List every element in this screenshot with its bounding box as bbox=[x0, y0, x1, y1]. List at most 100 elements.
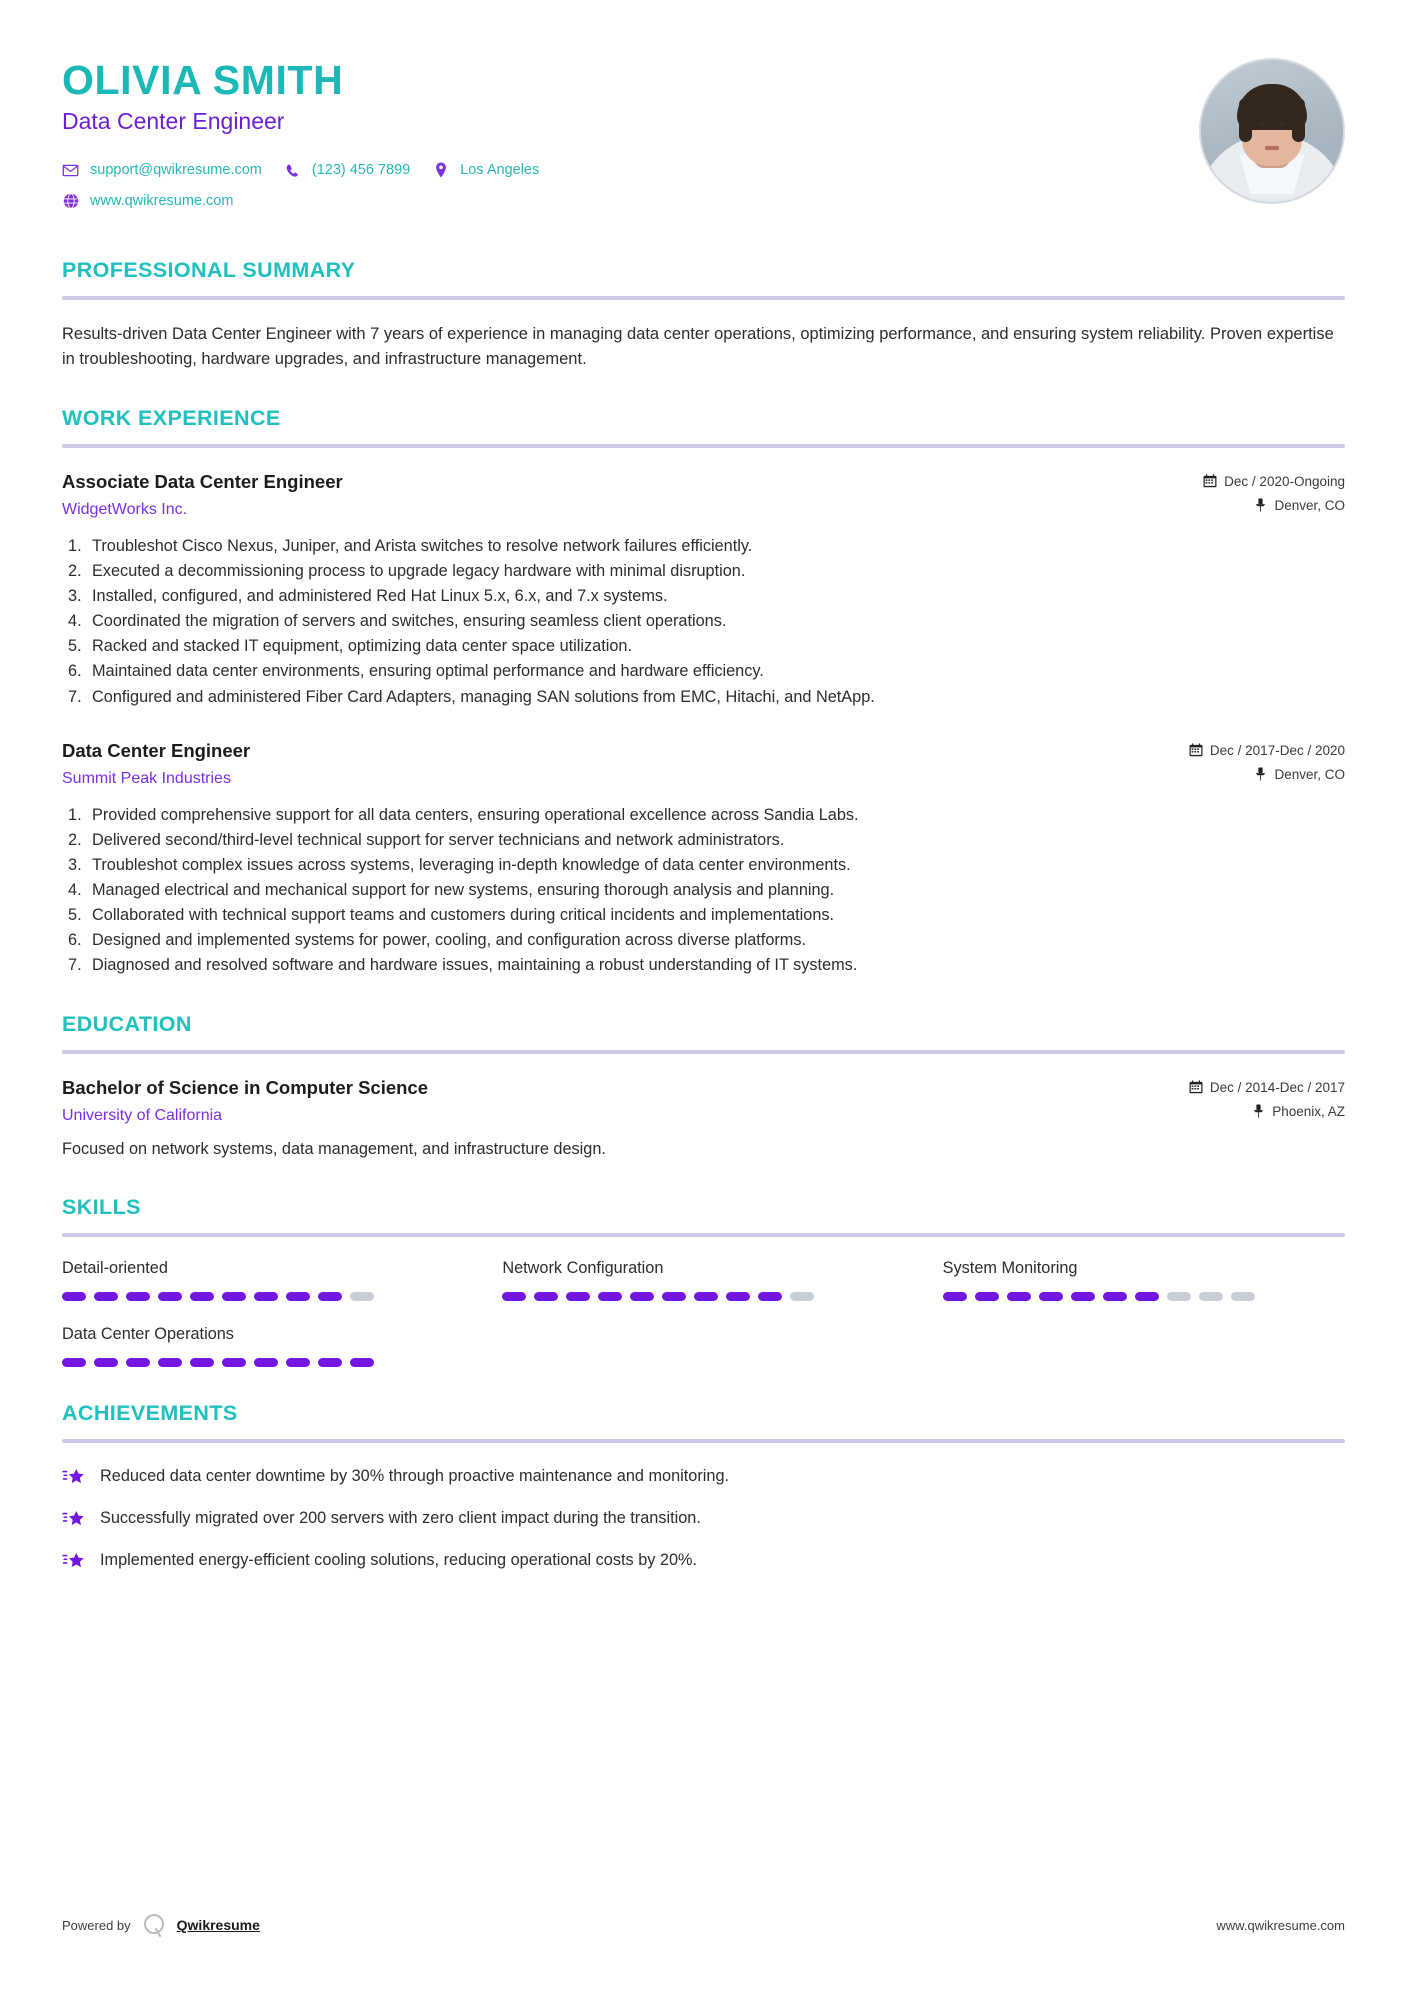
footer-powered-by-label: Powered by bbox=[62, 1917, 131, 1933]
list-item: Coordinated the migration of servers and… bbox=[68, 610, 727, 633]
section-divider bbox=[62, 1049, 1345, 1054]
list-item: Troubleshot Cisco Nexus, Juniper, and Ar… bbox=[68, 535, 753, 558]
section-title-education: EDUCATION bbox=[62, 1011, 192, 1036]
experience-dates: Dec / 2020-Ongoing bbox=[1203, 474, 1345, 489]
contact-email[interactable]: support@qwikresume.com bbox=[62, 162, 262, 179]
experience-entry-meta: Dec / 2017-Dec / 2020 Denver, CO bbox=[1189, 739, 1345, 791]
skill-dash-filled bbox=[1070, 1292, 1095, 1302]
list-item: Configured and administered Fiber Card A… bbox=[68, 686, 875, 709]
experience-location-text: Denver, CO bbox=[1274, 497, 1345, 513]
education-entry-main: Bachelor of Science in Computer Science … bbox=[62, 1076, 1189, 1126]
skill-dash-filled bbox=[94, 1292, 118, 1302]
skill-dash-filled bbox=[942, 1292, 967, 1302]
skill-dash-empty bbox=[790, 1292, 815, 1302]
skill-dash-filled bbox=[318, 1358, 342, 1368]
education-entry: Bachelor of Science in Computer Science … bbox=[62, 1076, 1345, 1162]
contact-row-primary: support@qwikresume.com (123) 456 7899 Lo… bbox=[62, 162, 1199, 179]
skill-dash-filled bbox=[566, 1292, 591, 1302]
skill-dash-filled bbox=[158, 1358, 182, 1368]
section-skills: SKILLS Detail-oriented Network Configura… bbox=[62, 1195, 1345, 1368]
achievement-text: Reduced data center downtime by 30% thro… bbox=[100, 1467, 730, 1486]
contact-website-text: www.qwikresume.com bbox=[90, 192, 234, 209]
footer-website: www.qwikresume.com bbox=[1216, 1917, 1345, 1933]
skill-dash-filled bbox=[694, 1292, 719, 1302]
experience-entry-main: Associate Data Center Engineer WidgetWor… bbox=[62, 470, 1203, 520]
skill-rating bbox=[942, 1292, 1345, 1302]
summary-text: Results-driven Data Center Engineer with… bbox=[62, 324, 1334, 368]
achievement-item: Reduced data center downtime by 30% thro… bbox=[62, 1465, 1345, 1490]
calendar-icon bbox=[1189, 1080, 1203, 1094]
map-pin-icon bbox=[432, 162, 449, 179]
education-location: Phoenix, AZ bbox=[1189, 1104, 1345, 1119]
skill-label: Data Center Operations bbox=[62, 1325, 234, 1344]
skill-item: Data Center Operations bbox=[62, 1325, 464, 1368]
list-item: Maintained data center environments, ens… bbox=[68, 660, 764, 683]
resume-page: OLIVIA SMITH Data Center Engineer suppor… bbox=[0, 0, 1407, 1990]
skill-rating bbox=[62, 1358, 464, 1368]
experience-location: Denver, CO bbox=[1203, 498, 1345, 513]
skill-label: Detail-oriented bbox=[62, 1259, 168, 1278]
experience-dates-text: Dec / 2020-Ongoing bbox=[1224, 473, 1345, 489]
skill-dash-filled bbox=[1134, 1292, 1159, 1302]
skill-dash-filled bbox=[726, 1292, 751, 1302]
skill-dash-filled bbox=[1102, 1292, 1127, 1302]
skill-dash-empty bbox=[1198, 1292, 1223, 1302]
shooting-star-icon bbox=[62, 1508, 86, 1532]
skills-grid: Detail-oriented Network Configuration Sy… bbox=[62, 1259, 1345, 1368]
experience-dates-text: Dec / 2017-Dec / 2020 bbox=[1209, 742, 1345, 758]
achievement-text: Implemented energy-efficient cooling sol… bbox=[100, 1551, 698, 1570]
experience-company: Summit Peak Industries bbox=[62, 769, 231, 787]
calendar-icon bbox=[1189, 743, 1203, 757]
pushpin-icon bbox=[1253, 498, 1267, 512]
skill-rating bbox=[62, 1292, 464, 1302]
experience-role: Data Center Engineer bbox=[62, 739, 251, 761]
skill-dash-filled bbox=[534, 1292, 559, 1302]
contact-phone[interactable]: (123) 456 7899 bbox=[284, 162, 410, 179]
pushpin-icon bbox=[1251, 1104, 1265, 1118]
contact-phone-text: (123) 456 7899 bbox=[311, 161, 411, 178]
calendar-icon bbox=[1203, 474, 1217, 488]
list-item: Provided comprehensive support for all d… bbox=[68, 804, 859, 827]
experience-entry-main: Data Center Engineer Summit Peak Industr… bbox=[62, 739, 1189, 789]
contact-location: Los Angeles bbox=[432, 162, 539, 179]
education-degree: Bachelor of Science in Computer Science bbox=[62, 1076, 428, 1098]
skill-dash-filled bbox=[598, 1292, 623, 1302]
avatar-hair-left bbox=[1239, 98, 1252, 142]
skill-dash-empty bbox=[350, 1292, 374, 1302]
skill-dash-filled bbox=[318, 1292, 342, 1302]
skill-dash-filled bbox=[126, 1358, 150, 1368]
skill-dash-filled bbox=[502, 1292, 527, 1302]
list-item: Delivered second/third-level technical s… bbox=[68, 829, 785, 852]
skill-dash-filled bbox=[222, 1292, 246, 1302]
footer-brand-link[interactable]: Qwikresume bbox=[177, 1917, 260, 1933]
contact-email-text: support@qwikresume.com bbox=[90, 161, 262, 178]
section-divider bbox=[62, 1439, 1345, 1444]
skill-dash-filled bbox=[1006, 1292, 1031, 1302]
skill-rating bbox=[502, 1292, 904, 1302]
experience-location: Denver, CO bbox=[1189, 767, 1345, 782]
skill-dash-filled bbox=[190, 1292, 214, 1302]
contact-website[interactable]: www.qwikresume.com bbox=[62, 193, 233, 210]
section-divider bbox=[62, 1233, 1345, 1238]
achievement-item: Implemented energy-efficient cooling sol… bbox=[62, 1549, 1345, 1574]
skill-dash-filled bbox=[190, 1358, 214, 1368]
skill-dash-filled bbox=[62, 1292, 86, 1302]
list-item: Installed, configured, and administered … bbox=[68, 585, 668, 608]
section-title-experience: WORK EXPERIENCE bbox=[62, 405, 281, 430]
skill-dash-filled bbox=[62, 1358, 86, 1368]
avatar-hair-right bbox=[1292, 98, 1305, 142]
experience-role: Associate Data Center Engineer bbox=[62, 470, 343, 492]
list-item: Diagnosed and resolved software and hard… bbox=[68, 954, 858, 977]
section-divider bbox=[62, 295, 1345, 300]
profile-photo-container bbox=[1199, 58, 1345, 204]
candidate-name: OLIVIA SMITH bbox=[62, 57, 344, 103]
avatar bbox=[1199, 58, 1345, 204]
skill-dash-filled bbox=[222, 1358, 246, 1368]
section-title-summary: PROFESSIONAL SUMMARY bbox=[62, 257, 356, 282]
skill-dash-filled bbox=[254, 1292, 278, 1302]
skill-dash-filled bbox=[286, 1358, 310, 1368]
section-work-experience: WORK EXPERIENCE Associate Data Center En… bbox=[62, 406, 1345, 978]
skill-dash-empty bbox=[1230, 1292, 1255, 1302]
skill-dash-filled bbox=[630, 1292, 655, 1302]
achievement-text: Successfully migrated over 200 servers w… bbox=[100, 1509, 701, 1528]
